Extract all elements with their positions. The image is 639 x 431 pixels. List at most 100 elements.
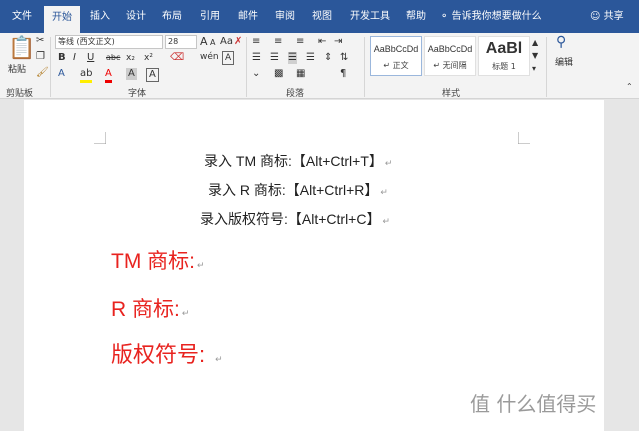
tab-design[interactable]: 设计 [118, 0, 154, 33]
style-normal[interactable]: AaBbCcDd ↵ 正文 [370, 36, 422, 76]
justify-icon[interactable]: ☰ [288, 52, 297, 64]
grow-font-button[interactable]: A [200, 36, 208, 48]
change-case-button[interactable]: Aa [220, 36, 233, 48]
tab-review[interactable]: 审阅 [267, 0, 303, 33]
copy-icon[interactable]: ❐ [36, 51, 45, 63]
tab-file[interactable]: 文件 [4, 0, 40, 33]
align-center-icon[interactable]: ☰ [270, 52, 279, 64]
superscript-button[interactable]: x² [144, 52, 153, 64]
clear-formatting-icon[interactable]: ⌫ [170, 52, 184, 64]
bold-button[interactable]: B [58, 52, 66, 64]
tab-insert[interactable]: 插入 [82, 0, 118, 33]
style-sample: AaBbCcDd [427, 44, 473, 54]
phonetic-guide-button[interactable]: wén [200, 51, 219, 63]
line-text: 录入 TM 商标:【Alt+Ctrl+T】 [204, 153, 383, 169]
red-text-line: TM 商标: ↵ [111, 245, 205, 275]
tab-layout[interactable]: 布局 [154, 0, 190, 33]
char-shading-button[interactable]: A [126, 68, 137, 80]
bullets-icon[interactable]: ≡ [252, 36, 260, 48]
divider [546, 37, 547, 97]
font-color-button[interactable]: A [105, 68, 112, 83]
font-name-dropdown[interactable]: 等线 (西文正文) [55, 35, 163, 49]
shading-icon[interactable]: ▩ [274, 68, 283, 80]
paragraph-mark: ↵ [215, 354, 223, 364]
ribbon-tab-bar: 文件 开始 插入 设计 布局 引用 邮件 审阅 视图 开发工具 帮助 ⚬ 告诉我… [0, 0, 639, 33]
person-icon: ☺ [590, 11, 601, 22]
tab-help[interactable]: 帮助 [398, 0, 434, 33]
line-text: R 商标: [111, 298, 180, 321]
style-heading-1[interactable]: AaBl 标题 1 [478, 36, 530, 76]
style-name: ↵ 正文 [383, 61, 409, 70]
styles-more-icon[interactable]: ▾ [532, 63, 536, 75]
font-group-label: 字体 [128, 89, 147, 99]
tab-references[interactable]: 引用 [192, 0, 228, 33]
paragraph-mark: ↵ [197, 260, 205, 270]
lightbulb-icon: ⚬ [440, 11, 449, 22]
tab-developer[interactable]: 开发工具 [344, 0, 396, 33]
margin-corner-mark [94, 132, 106, 144]
text-line: 录入 R 商标:【Alt+Ctrl+R】 ↵ [208, 180, 388, 200]
italic-button[interactable]: I [73, 52, 76, 64]
show-marks-icon[interactable]: ¶ [340, 68, 346, 80]
text-line: 录入版权符号:【Alt+Ctrl+C】 ↵ [200, 209, 390, 229]
paragraph-mark: ↵ [384, 158, 393, 168]
ribbon: 📋 粘贴 ✂ ❐ 🖌 剪贴板 等线 (西文正文) 28 A A Aa ✗ B I… [0, 33, 639, 99]
tab-home[interactable]: 开始 [44, 6, 80, 33]
cut-icon[interactable]: ✂ [36, 35, 44, 47]
highlight-button[interactable]: ab [80, 68, 93, 83]
asian-layout-icon[interactable]: ⌄ [252, 68, 260, 80]
collapse-ribbon-icon[interactable]: ⌃ [626, 81, 633, 93]
align-left-icon[interactable]: ☰ [252, 52, 261, 64]
document-page[interactable]: 录入 TM 商标:【Alt+Ctrl+T】 ↵ 录入 R 商标:【Alt+Ctrl… [24, 100, 604, 431]
paragraph-group-label: 段落 [286, 89, 305, 99]
multilevel-list-icon[interactable]: ≡ [296, 36, 304, 48]
distributed-icon[interactable]: ☰ [306, 52, 315, 64]
divider [246, 37, 247, 97]
search-icon[interactable]: ⚲ [556, 35, 566, 49]
divider [364, 37, 365, 97]
char-border-button[interactable]: A [146, 68, 159, 82]
tell-me-box[interactable]: ⚬ 告诉我你想要做什么 [440, 0, 542, 33]
shrink-font-button[interactable]: A [210, 37, 215, 49]
style-sample: AaBbCcDd [373, 44, 419, 54]
borders-icon[interactable]: ▦ [296, 68, 305, 80]
editing-button[interactable]: 编辑 [555, 55, 573, 68]
line-text: 录入版权符号:【Alt+Ctrl+C】 [200, 211, 381, 227]
share-label: 共享 [603, 11, 624, 22]
line-spacing-icon[interactable]: ⇕ [324, 52, 332, 64]
underline-button[interactable]: U [87, 52, 94, 64]
decrease-indent-icon[interactable]: ⇤ [318, 36, 326, 48]
paragraph-mark: ↵ [382, 216, 391, 226]
line-text: TM 商标: [111, 250, 195, 273]
style-name: 标题 1 [492, 62, 516, 71]
styles-scroll-up-icon[interactable]: ▲ [532, 37, 538, 49]
font-size-dropdown[interactable]: 28 [165, 35, 197, 49]
subscript-button[interactable]: x₂ [126, 52, 135, 64]
sort-icon[interactable]: ⇅ [340, 52, 348, 64]
tell-me-text: 告诉我你想要做什么 [451, 11, 542, 22]
paragraph-mark: ↵ [380, 187, 388, 197]
divider [50, 37, 51, 97]
paragraph-mark: ↵ [181, 308, 190, 318]
styles-scroll-down-icon[interactable]: ▼ [532, 50, 538, 62]
share-button[interactable]: ☺ 共享 [590, 0, 624, 33]
red-text-line: R 商标: ↵ [111, 293, 189, 323]
paste-icon[interactable]: 📋 [8, 37, 35, 61]
margin-corner-mark [518, 132, 530, 144]
text-line: 录入 TM 商标:【Alt+Ctrl+T】 ↵ [204, 151, 392, 171]
tab-mailings[interactable]: 邮件 [230, 0, 266, 33]
enclose-char-icon[interactable]: A [222, 51, 235, 65]
increase-indent-icon[interactable]: ⇥ [334, 36, 342, 48]
style-no-spacing[interactable]: AaBbCcDd ↵ 无间隔 [424, 36, 476, 76]
strikethrough-button[interactable]: abc [106, 52, 120, 64]
styles-group-label: 样式 [442, 89, 461, 99]
tab-view[interactable]: 视图 [304, 0, 340, 33]
format-painter-icon[interactable]: 🖌 [36, 67, 49, 79]
watermark-logo: 值 什么值得买 [470, 392, 597, 416]
red-text-line: 版权符号: ↵ [111, 337, 223, 369]
vertical-scrollbar[interactable] [604, 100, 639, 431]
text-effects-button[interactable]: A [58, 68, 65, 80]
paste-button[interactable]: 粘贴 [8, 62, 26, 75]
numbering-icon[interactable]: ≡ [274, 36, 282, 48]
clear-format-icon[interactable]: ✗ [234, 36, 242, 48]
